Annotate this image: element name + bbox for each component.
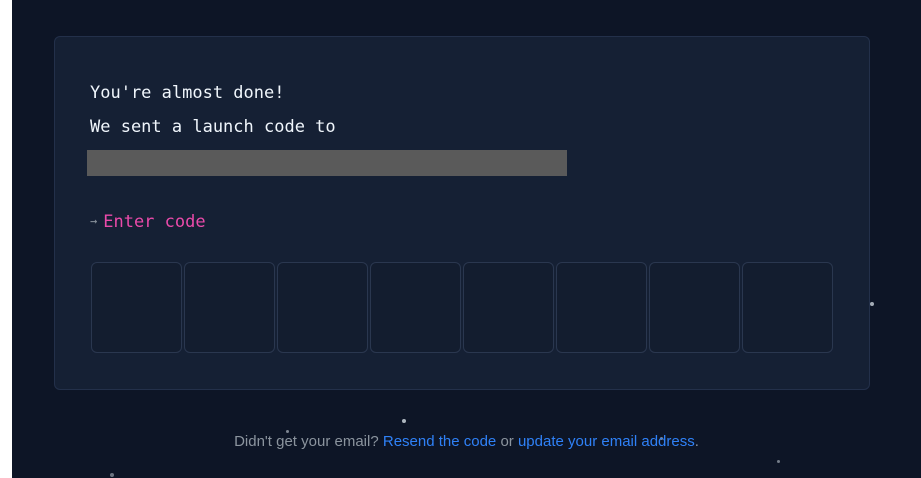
redacted-email-address xyxy=(87,150,567,176)
code-digit-input-8[interactable] xyxy=(742,262,833,353)
footer-help-text: Didn't get your email? Resend the code o… xyxy=(12,432,921,452)
decorative-star xyxy=(870,302,874,306)
code-digit-input-2[interactable] xyxy=(184,262,275,353)
enter-code-prompt: → Enter code xyxy=(90,210,206,233)
decorative-star xyxy=(402,419,406,423)
footer-middle: or xyxy=(500,433,514,450)
code-digit-input-4[interactable] xyxy=(370,262,461,353)
code-input-group xyxy=(91,262,833,353)
heading-line-2: We sent a launch code to xyxy=(90,117,336,137)
code-digit-input-7[interactable] xyxy=(649,262,740,353)
heading-line-1: You're almost done! xyxy=(90,83,285,103)
update-email-link[interactable]: update your email address xyxy=(518,433,695,450)
code-digit-input-5[interactable] xyxy=(463,262,554,353)
footer-prefix: Didn't get your email? xyxy=(234,433,379,450)
decorative-star xyxy=(777,460,780,463)
code-digit-input-3[interactable] xyxy=(277,262,368,353)
resend-code-link[interactable]: Resend the code xyxy=(383,433,496,450)
verification-card: You're almost done! We sent a launch cod… xyxy=(54,36,870,390)
arrow-right-icon: → xyxy=(90,214,98,228)
code-digit-input-6[interactable] xyxy=(556,262,647,353)
code-digit-input-1[interactable] xyxy=(91,262,182,353)
footer-suffix: . xyxy=(694,433,699,450)
enter-code-label: Enter code xyxy=(103,212,206,232)
signup-verification-page: You're almost done! We sent a launch cod… xyxy=(12,0,921,478)
decorative-star xyxy=(110,473,114,477)
